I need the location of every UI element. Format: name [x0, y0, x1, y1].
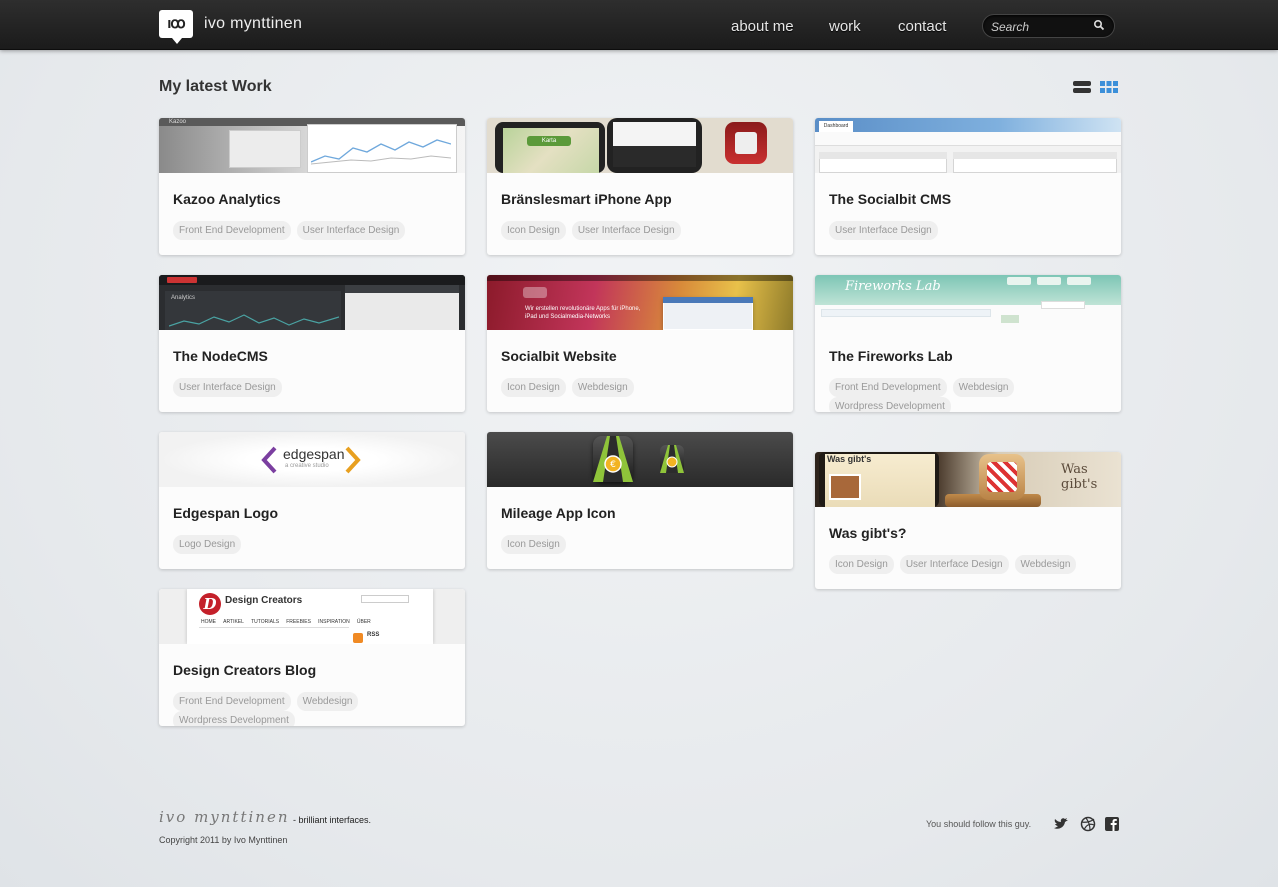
project-thumbnail[interactable]: Fireworks Lab — [815, 275, 1121, 330]
twitter-icon[interactable] — [1053, 816, 1069, 832]
thumb-nav: HOME ARTIKEL TUTORIALS FREEBIES INSPIRAT… — [201, 619, 371, 625]
tag-list: User Interface Design — [173, 378, 453, 397]
project-title[interactable]: Design Creators Blog — [173, 662, 316, 678]
search-input[interactable] — [991, 19, 1091, 35]
thumb-label: Karta — [527, 136, 571, 146]
project-thumbnail[interactable]: € — [487, 432, 793, 487]
tag-list: Front End Development WebdesignWordpress … — [173, 692, 453, 726]
project-thumbnail[interactable]: D Design Creators HOME ARTIKEL TUTORIALS… — [159, 589, 465, 644]
project-title[interactable]: Kazoo Analytics — [173, 191, 281, 207]
project-thumbnail[interactable]: Kazoo — [159, 118, 465, 173]
tag[interactable]: User Interface Design — [296, 221, 406, 240]
thumb-rss-label: RSS — [367, 632, 380, 638]
project-thumbnail[interactable]: Wir erstellen revolutionäre Apps für iPh… — [487, 275, 793, 330]
thumb-label: Dashboard — [819, 121, 853, 132]
tag[interactable]: Icon Design — [829, 555, 894, 574]
tag-list: Logo Design — [173, 535, 453, 554]
project-card-socialbit-website[interactable]: Wir erstellen revolutionäre Apps für iPh… — [487, 275, 793, 412]
tag-list: Icon Design — [501, 535, 781, 554]
dribbble-icon[interactable] — [1080, 816, 1096, 832]
tag[interactable]: Wordpress Development — [173, 711, 295, 726]
thumb-label: edgespan — [283, 446, 345, 462]
project-thumbnail[interactable]: Karta — [487, 118, 793, 173]
grid-view-icon[interactable] — [1100, 80, 1118, 94]
tag-list: Icon Design User Interface Design Webdesig… — [829, 555, 1109, 574]
tag[interactable]: Logo Design — [173, 535, 242, 554]
follow-text: You should follow this guy. — [926, 819, 1032, 829]
thumb-label: Analytics — [171, 295, 196, 301]
project-card-the-fireworks-lab[interactable]: Fireworks Lab The Fireworks Lab Front En… — [815, 275, 1121, 412]
project-thumbnail[interactable]: Analytics — [159, 275, 465, 330]
tag[interactable]: Front End Development — [173, 221, 291, 240]
project-thumbnail[interactable]: Was gibt's Was gibt's — [815, 452, 1121, 507]
tag[interactable]: Icon Design — [501, 221, 566, 240]
list-view-icon[interactable] — [1073, 80, 1091, 94]
project-title[interactable]: Socialbit Website — [501, 348, 617, 364]
tag[interactable]: User Interface Design — [829, 221, 938, 240]
project-title[interactable]: The NodeCMS — [173, 348, 268, 364]
page-title: My latest Work — [159, 78, 272, 95]
project-thumbnail[interactable]: Dashboard — [815, 118, 1121, 173]
project-thumbnail[interactable]: edgespan a creative studio — [159, 432, 465, 487]
mileage-app-icon: € — [593, 436, 633, 482]
tag-list: Icon Design User Interface Design — [501, 221, 781, 240]
project-title[interactable]: Mileage App Icon — [501, 505, 616, 521]
thumb-label-2: Was gibt's — [1061, 462, 1098, 492]
project-card-design-creators-blog[interactable]: D Design Creators HOME ARTIKEL TUTORIALS… — [159, 589, 465, 726]
rss-icon — [353, 633, 363, 643]
logo-icon[interactable]: ıꝏ — [159, 10, 193, 44]
project-title[interactable]: Edgespan Logo — [173, 505, 278, 521]
tag[interactable]: Icon Design — [501, 535, 566, 554]
tag[interactable]: User Interface Design — [571, 221, 681, 240]
nav-contact[interactable]: contact — [898, 18, 946, 35]
thumb-label: Wir erstellen revolutionäre Apps für iPh… — [525, 306, 641, 320]
tag-list: Front End Development User Interface Desi… — [173, 221, 453, 240]
tag[interactable]: Webdesign — [296, 692, 359, 711]
project-title[interactable]: Bränslesmart iPhone App — [501, 191, 672, 207]
project-card-the-nodecms[interactable]: Analytics The NodeCMS User Interface Des… — [159, 275, 465, 412]
footer-copyright: Copyright 2011 by Ivo Mynttinen — [159, 835, 288, 845]
thumb-label: Kazoo — [169, 119, 187, 125]
top-navigation-bar: ıꝏ ivo mynttinen about me work contact — [0, 0, 1278, 50]
mileage-app-icon-small — [660, 445, 684, 473]
project-card-was-gibts[interactable]: Was gibt's Was gibt's Was gibt's? Icon D… — [815, 452, 1121, 589]
tag[interactable]: Webdesign — [571, 378, 634, 397]
tag[interactable]: Webdesign — [952, 378, 1015, 397]
tag[interactable]: User Interface Design — [173, 378, 282, 397]
tag[interactable]: Front End Development — [829, 378, 947, 397]
search-box — [982, 14, 1115, 38]
project-card-edgespan-logo[interactable]: edgespan a creative studio Edgespan Logo… — [159, 432, 465, 569]
tag-list: Front End Development WebdesignWordpress … — [829, 378, 1109, 412]
nav-about-me[interactable]: about me — [731, 18, 794, 35]
project-title[interactable]: The Socialbit CMS — [829, 191, 951, 207]
project-card-the-socialbit-cms[interactable]: Dashboard The Socialbit CMS User Interfa… — [815, 118, 1121, 255]
edgespan-left-chevron-icon — [261, 446, 277, 474]
thumb-label: Design Creators — [225, 595, 303, 606]
edgespan-right-chevron-icon — [345, 446, 361, 474]
tag-list: User Interface Design — [829, 221, 1109, 240]
thumb-label: Fireworks Lab — [845, 279, 941, 294]
project-card-kazoo-analytics[interactable]: Kazoo Kazoo Analytics Front End Developm… — [159, 118, 465, 255]
footer-signature: ivo mynttinen — [159, 808, 290, 826]
tag[interactable]: Wordpress Development — [829, 397, 951, 412]
search-icon[interactable] — [1093, 19, 1105, 31]
project-card-branslesmart-iphone-app[interactable]: Karta Bränslesmart iPhone App Icon Desig… — [487, 118, 793, 255]
nav-work[interactable]: work — [829, 18, 861, 35]
tag[interactable]: Webdesign — [1014, 555, 1077, 574]
facebook-icon[interactable] — [1104, 816, 1120, 832]
thumb-sublabel: a creative studio — [285, 463, 329, 469]
tag[interactable]: Icon Design — [501, 378, 566, 397]
tag[interactable]: User Interface Design — [899, 555, 1009, 574]
project-title[interactable]: The Fireworks Lab — [829, 348, 953, 364]
tag-list: Icon Design Webdesign — [501, 378, 781, 397]
footer-tagline: - brilliant interfaces. — [293, 815, 372, 825]
project-title[interactable]: Was gibt's? — [829, 525, 906, 541]
tag[interactable]: Front End Development — [173, 692, 291, 711]
project-card-mileage-app-icon[interactable]: € Mileage App Icon Icon Design — [487, 432, 793, 569]
thumb-label: Was gibt's — [827, 454, 872, 464]
site-name[interactable]: ivo mynttinen — [204, 15, 302, 33]
svg-text:€: € — [610, 460, 616, 470]
